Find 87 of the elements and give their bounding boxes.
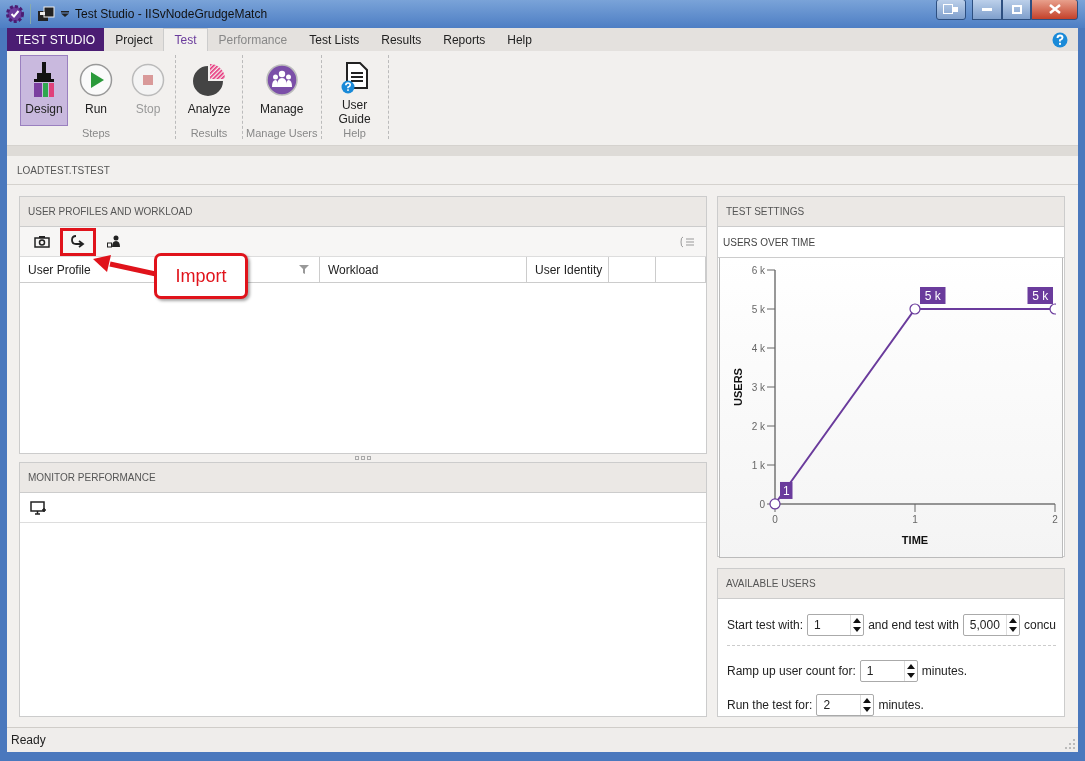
save-icon[interactable] [37, 6, 55, 22]
y-tick-label: 5 k [751, 304, 765, 315]
field-label: and end test with [868, 618, 959, 632]
field-label: Ramp up user count for: [727, 664, 856, 678]
ribbon-button[interactable]: Run [72, 55, 120, 126]
ribbon-button[interactable]: User Guide [324, 55, 385, 126]
column-header[interactable]: Workload [320, 257, 527, 282]
group-label: Help [343, 127, 366, 139]
field-label: concu [1023, 618, 1056, 632]
panel-title: TEST SETTINGS [726, 206, 805, 217]
window-title: Test Studio - IISvNodeGrudgeMatch [75, 7, 268, 21]
spin-arrows-icon[interactable] [1008, 617, 1017, 633]
field-label: minutes. [921, 664, 968, 678]
ribbon-button[interactable]: Design [20, 55, 68, 126]
document-tab[interactable]: LOADTEST.TSTEST [17, 164, 110, 176]
maximize-icon [1011, 4, 1022, 14]
monitor-add-icon[interactable] [30, 500, 46, 515]
y-tick-label: 2 k [751, 421, 765, 432]
data-point [1049, 303, 1056, 315]
ribbon-tab[interactable]: Test Lists [298, 28, 371, 51]
number-spinner[interactable]: 2 [816, 694, 875, 716]
group-label: Results [190, 127, 228, 139]
x-axis-title: TIME [901, 534, 929, 546]
ribbon-tab[interactable]: Test [163, 28, 208, 51]
user-lock-icon [107, 235, 121, 248]
field-label: Start test with: [727, 618, 804, 632]
y-tick-label: 6 k [751, 265, 765, 276]
panel-title: MONITOR PERFORMANCE [28, 472, 156, 483]
x-tick-label: 1 [912, 514, 918, 525]
number-spinner[interactable]: 5,000 [962, 614, 1020, 636]
app-menu-tab[interactable]: TEST STUDIO [7, 28, 105, 51]
dropdown-caret-icon[interactable] [61, 11, 69, 17]
x-tick-label: 0 [772, 514, 778, 525]
group-label: Steps [81, 127, 111, 139]
ribbon-tab[interactable]: Reports [432, 28, 497, 51]
number-spinner[interactable]: 1 [859, 660, 918, 682]
y-tick-label: 0 [759, 499, 765, 510]
ribbon-tab[interactable]: Help [496, 28, 543, 51]
snap-button[interactable] [936, 0, 966, 20]
snap-icon [943, 4, 959, 14]
callout-arrow [92, 255, 156, 279]
column-header[interactable]: User Identity [527, 257, 609, 282]
ribbon-button[interactable]: Manage [257, 55, 306, 126]
stop-icon [131, 63, 165, 97]
spin-arrows-icon[interactable] [853, 617, 862, 633]
spin-arrows-icon[interactable] [906, 663, 915, 679]
data-point [909, 303, 921, 315]
panel-title: USER PROFILES AND WORKLOAD [28, 206, 193, 217]
spin-arrows-icon[interactable] [863, 697, 872, 713]
chart-title: USERS OVER TIME [723, 236, 816, 248]
data-point [769, 498, 781, 510]
data-label: 5 k [920, 287, 946, 304]
y-tick-label: 1 k [751, 460, 765, 471]
callout-label: Import [154, 253, 248, 299]
play-icon [79, 63, 113, 97]
toolbar-button[interactable] [60, 227, 96, 256]
maximize-button[interactable] [1002, 0, 1031, 20]
filter-icon[interactable] [299, 265, 309, 274]
field-label: minutes. [878, 698, 924, 712]
gear-check-icon [6, 5, 24, 23]
minimize-icon [982, 7, 992, 11]
number-spinner[interactable]: 1 [807, 614, 865, 636]
users-icon [265, 64, 298, 96]
field-label: Run the test for: [727, 698, 813, 712]
ribbon-tab[interactable]: Results [370, 28, 433, 51]
ribbon-button[interactable]: Analyze [179, 55, 239, 126]
ribbon-tab[interactable]: Project [104, 28, 164, 51]
y-axis-title: USERS [732, 368, 744, 406]
data-label: 5 k [1027, 287, 1053, 304]
panel-title: AVAILABLE USERS [726, 578, 816, 589]
minimize-button[interactable] [972, 0, 1002, 20]
resize-grip-icon[interactable] [1064, 738, 1076, 750]
camera-icon [34, 235, 50, 248]
help-icon[interactable] [1052, 31, 1068, 48]
import-arrow-icon [71, 235, 85, 248]
paintbrush-icon [32, 62, 56, 98]
close-button[interactable] [1031, 0, 1078, 20]
data-label: 1 [780, 481, 793, 499]
y-tick-label: 4 k [751, 343, 765, 354]
y-tick-label: 3 k [751, 382, 765, 393]
group-label: Manage Users [246, 127, 318, 139]
pie-chart-icon [193, 64, 225, 96]
close-icon [1048, 4, 1061, 14]
x-tick-label: 2 [1052, 514, 1058, 525]
splitter-grip-icon[interactable] [354, 456, 372, 460]
document-help-icon [340, 62, 369, 94]
status-text: Ready [11, 733, 46, 747]
